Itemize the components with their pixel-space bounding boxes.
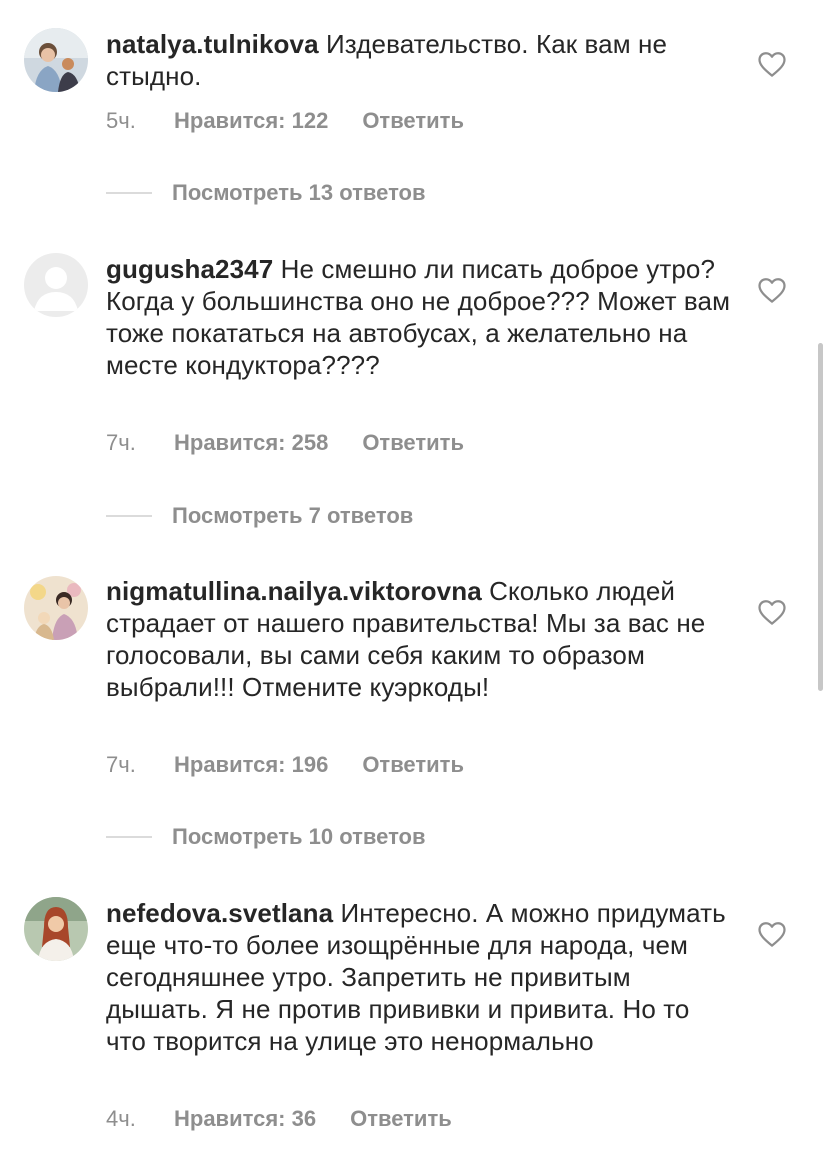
reply-button[interactable]: Ответить [362,430,464,456]
comment-username[interactable]: nigmatullina.nailya.viktorovna [106,576,482,606]
view-replies-button[interactable]: Посмотреть 7 ответов [106,501,413,531]
comment-likes[interactable]: Нравится: 36 [174,1106,316,1132]
scrollbar[interactable] [818,343,823,691]
heart-outline-icon[interactable] [757,276,787,304]
comment-likes[interactable]: Нравится: 122 [174,108,328,134]
comment-text: nigmatullina.nailya.viktorovna Сколько л… [106,575,731,703]
comment-time: 5ч. [106,108,136,133]
reply-button[interactable]: Ответить [350,1106,452,1132]
reply-button[interactable]: Ответить [362,108,464,134]
comment-time: 7ч. [106,752,136,777]
view-replies-button[interactable]: Посмотреть 10 ответов [106,822,426,852]
comment-likes[interactable]: Нравится: 258 [174,430,328,456]
avatar[interactable] [24,28,88,92]
view-replies-label: Посмотреть 13 ответов [172,180,426,205]
comment-username[interactable]: nefedova.svetlana [106,898,333,928]
avatar[interactable] [24,253,88,317]
comment-text: natalya.tulnikova Издевательство. Как ва… [106,28,731,92]
comment-username[interactable]: gugusha2347 [106,254,273,284]
comment-text: gugusha2347 Не смешно ли писать доброе у… [106,253,731,381]
view-replies-label: Посмотреть 7 ответов [172,503,414,528]
divider [106,192,152,194]
divider [106,515,152,517]
reply-button[interactable]: Ответить [362,752,464,778]
comment-text: nefedova.svetlana Интересно. А можно при… [106,897,731,1057]
view-replies-label: Посмотреть 10 ответов [172,824,426,849]
comment-meta: 7ч. Нравится: 258 Ответить [106,428,464,458]
comment-likes[interactable]: Нравится: 196 [174,752,328,778]
comment-username[interactable]: natalya.tulnikova [106,29,319,59]
divider [106,836,152,838]
comment-meta: 4ч. Нравится: 36 Ответить [106,1104,452,1134]
comment-time: 4ч. [106,1106,136,1131]
comment-meta: 5ч. Нравится: 122 Ответить [106,106,464,136]
heart-outline-icon[interactable] [757,598,787,626]
comment-meta: 7ч. Нравится: 196 Ответить [106,750,464,780]
heart-outline-icon[interactable] [757,50,787,78]
avatar[interactable] [24,897,88,961]
avatar[interactable] [24,576,88,640]
view-replies-button[interactable]: Посмотреть 13 ответов [106,178,426,208]
comment-time: 7ч. [106,430,136,455]
heart-outline-icon[interactable] [757,920,787,948]
default-avatar-icon [24,253,88,317]
